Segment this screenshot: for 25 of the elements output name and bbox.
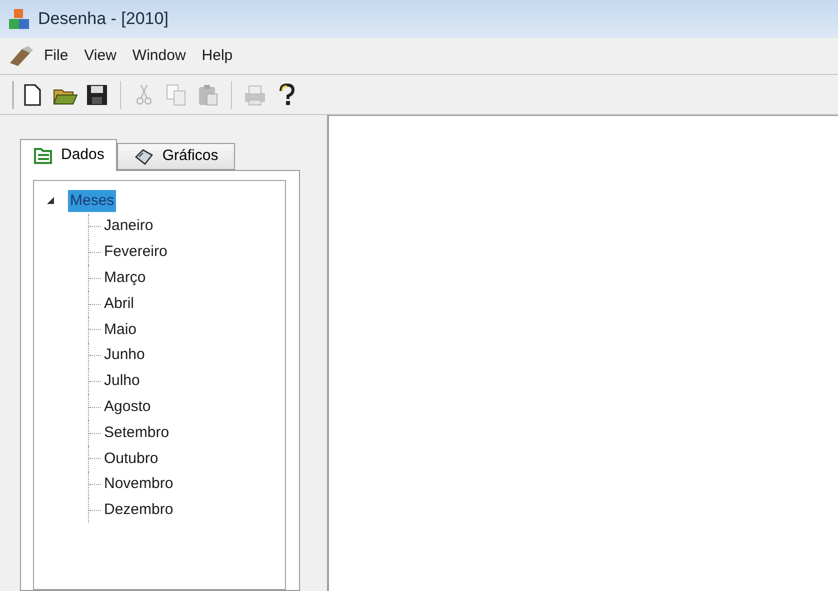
tree-item[interactable]: Abril	[102, 292, 136, 316]
tree-item[interactable]: Meses	[68, 190, 116, 212]
tree-item[interactable]: Julho	[102, 370, 142, 393]
collapse-icon[interactable]	[46, 196, 56, 206]
tree-item[interactable]: Maio	[102, 318, 139, 342]
menu-item[interactable]: View	[78, 44, 122, 68]
tag-icon	[134, 146, 154, 166]
tree-item[interactable]: Outubro	[102, 448, 160, 470]
brush-icon	[8, 45, 34, 67]
folder-icon	[33, 146, 53, 166]
app-icon	[8, 8, 30, 30]
window-title: Desenha - [2010]	[38, 8, 168, 30]
tree-item[interactable]: Dezembro	[102, 499, 176, 522]
menu-item[interactable]: Window	[126, 44, 192, 68]
menu-item[interactable]: Help	[196, 44, 239, 68]
tree-item[interactable]: Março	[102, 267, 148, 290]
tree-item[interactable]: Agosto	[102, 396, 153, 419]
tree-item[interactable]: Fevereiro	[102, 241, 170, 264]
menu-item[interactable]: File	[38, 44, 74, 68]
tab[interactable]: Dados	[20, 139, 118, 171]
tree-item[interactable]: Setembro	[102, 422, 172, 444]
tree-item[interactable]: Janeiro	[102, 215, 156, 238]
tree-item[interactable]: Novembro	[102, 473, 176, 496]
tab[interactable]: Gráficos	[117, 143, 236, 170]
tree-item[interactable]: Junho	[102, 344, 147, 367]
